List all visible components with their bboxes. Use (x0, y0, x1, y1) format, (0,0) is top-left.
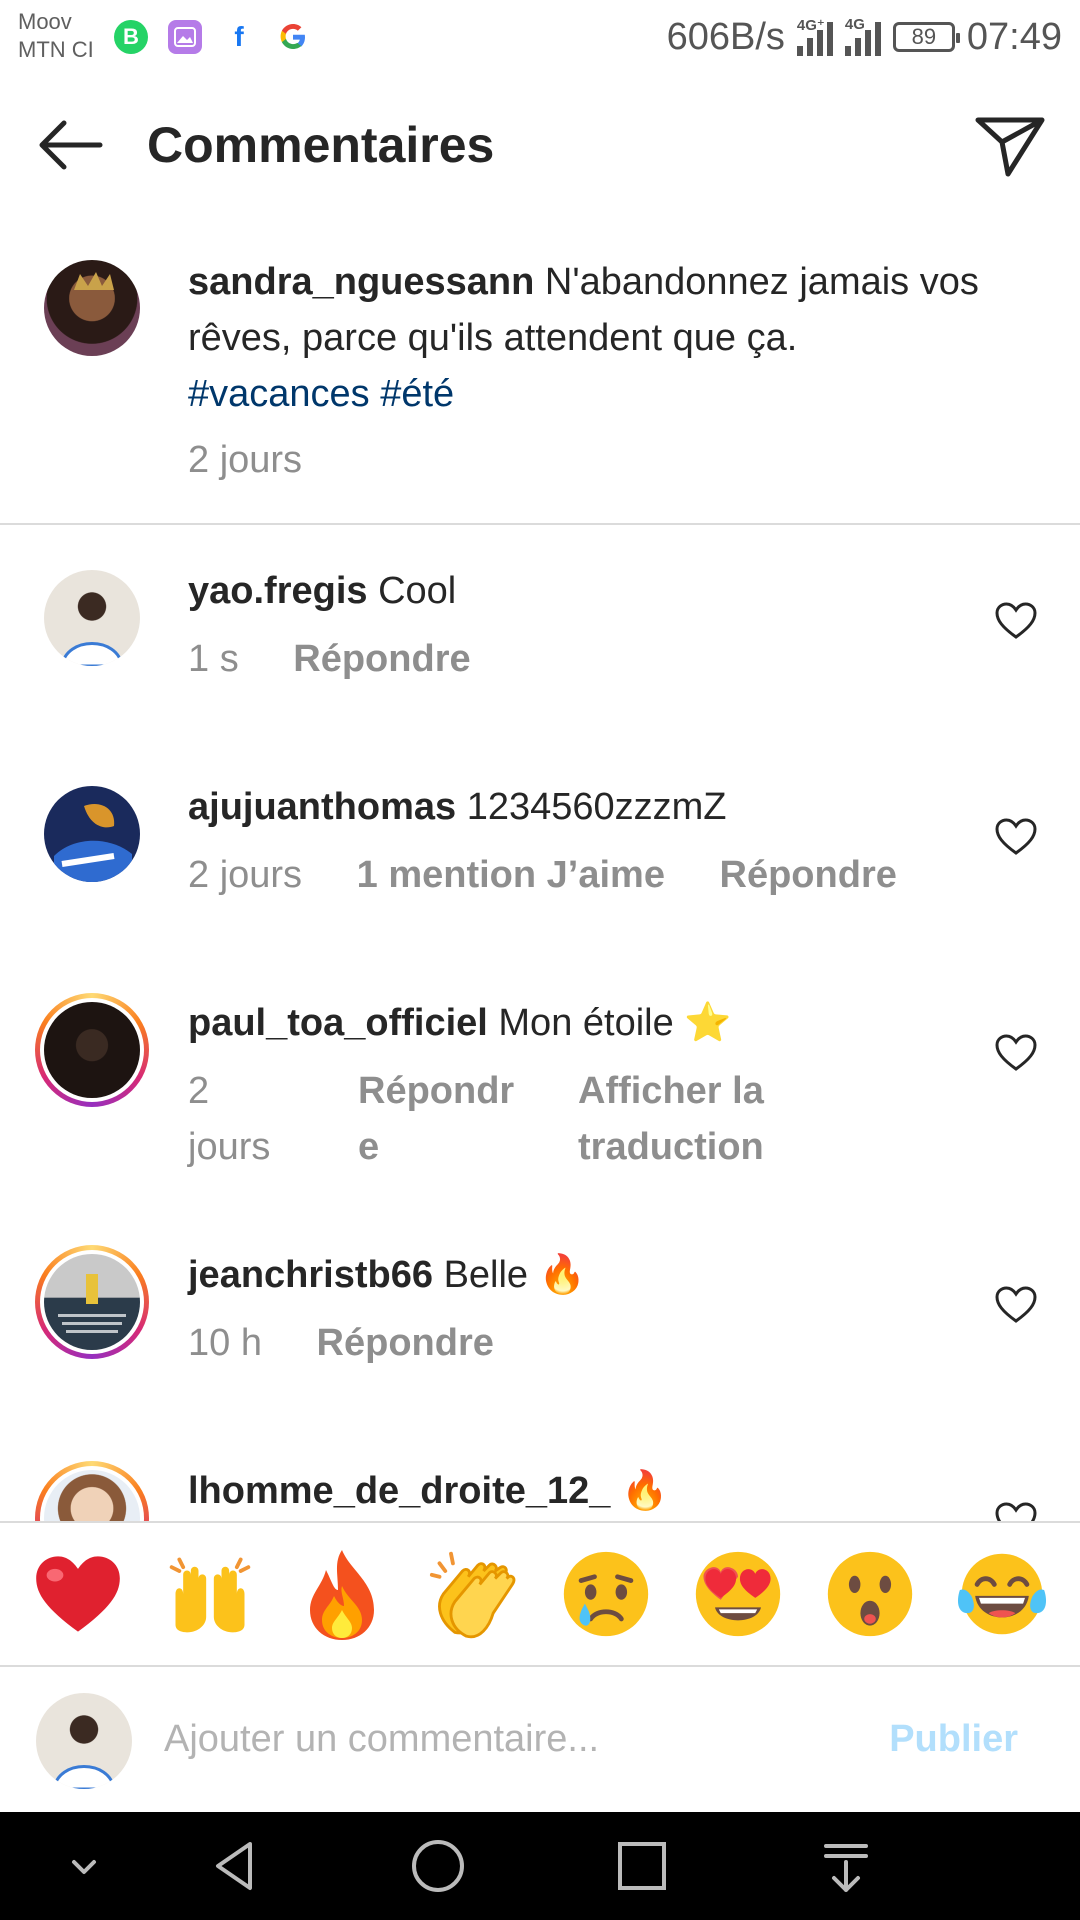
comments-list[interactable]: yao.fregis Cool 1 s Répondre ajujuanthom… (0, 525, 1080, 1521)
clock: 07:49 (966, 15, 1062, 58)
carrier-line-2: MTN CI (18, 37, 94, 62)
caption-meta: 2 jours (188, 432, 302, 488)
post-caption: sandra_nguessann N'abandonnez jamais vos… (0, 240, 1080, 525)
emoji-clapping-hands-button[interactable] (424, 1544, 524, 1644)
recents-square-icon[interactable] (612, 1836, 672, 1896)
comment-body: Mon étoile ⭐ (498, 1002, 732, 1044)
comment-body: 1234560zzzmZ (466, 786, 727, 828)
avatar (44, 1254, 140, 1350)
header: Commentaires (0, 90, 1080, 200)
story-ring[interactable] (35, 1461, 149, 1521)
comment-username[interactable]: jeanchristb66 (188, 1254, 433, 1296)
status-bar: Moov MTN CI B f 606B/s 4G⁺ 4G 89 07:49 (0, 0, 1080, 76)
gallery-icon (168, 20, 202, 54)
signal-icon-sim2: 4G (844, 16, 881, 56)
emoji-surprised-face-button[interactable] (820, 1544, 920, 1644)
emoji-quick-bar (0, 1521, 1080, 1667)
facebook-icon: f (234, 21, 244, 52)
comment-meta: 2 jours 1 mention J’aime Répondre (188, 847, 897, 903)
comment-body: Cool (378, 570, 457, 612)
home-circle-icon[interactable] (408, 1836, 468, 1896)
signal-icon-sim1: 4G⁺ (796, 17, 833, 56)
system-nav-bar (0, 1812, 1080, 1920)
comment-input[interactable] (164, 1707, 844, 1771)
comment-username[interactable]: lhomme_de_droite_12_ (188, 1470, 610, 1512)
caption-hashtags[interactable]: #vacances #été (188, 373, 454, 415)
comment-time: 2 jours (188, 1070, 271, 1168)
heart-icon[interactable] (994, 817, 1038, 857)
comment-text: jeanchristb66 Belle 🔥 (188, 1247, 586, 1303)
arrow-left-icon[interactable] (30, 115, 110, 175)
page-title: Commentaires (147, 117, 495, 173)
comment-body: Belle 🔥 (443, 1254, 586, 1296)
current-user-avatar (36, 1693, 132, 1789)
comment-composer: Publier (0, 1667, 1080, 1812)
carrier-line-1: Moov (18, 9, 72, 34)
send-icon[interactable] (970, 112, 1050, 182)
story-ring[interactable] (35, 1245, 149, 1359)
reply-button[interactable]: Répondre (720, 854, 897, 896)
avatar[interactable] (44, 260, 140, 356)
comment-time: 10 h (188, 1322, 262, 1364)
signal-tag-2: 4G (844, 16, 865, 33)
heart-icon[interactable] (994, 601, 1038, 641)
network-speed: 606B/s (666, 15, 785, 58)
google-icon (276, 20, 310, 54)
back-triangle-icon[interactable] (206, 1836, 266, 1896)
caption-time: 2 jours (188, 439, 303, 481)
whatsapp-business-icon: B (114, 20, 148, 54)
comment-username[interactable]: ajujuanthomas (188, 786, 456, 828)
emoji-fire-button[interactable] (292, 1544, 392, 1644)
caption-username[interactable]: sandra_nguessann (188, 261, 534, 303)
comment-meta: 10 h Répondre (188, 1315, 494, 1371)
battery-icon: 89 (892, 22, 960, 52)
battery-level: 89 (911, 24, 937, 49)
emoji-heart-eyes-button[interactable] (688, 1544, 788, 1644)
notification-shade-icon[interactable] (816, 1836, 876, 1896)
comment-time: 2 jours (188, 854, 303, 896)
caption-text: sandra_nguessann N'abandonnez jamais vos… (188, 254, 1008, 422)
avatar[interactable] (44, 570, 140, 666)
signal-tag-1: 4G⁺ (796, 17, 825, 34)
chevron-down-icon[interactable] (54, 1836, 114, 1896)
avatar[interactable] (44, 786, 140, 882)
reply-button[interactable]: Répondre (358, 1063, 538, 1175)
emoji-crying-face-button[interactable] (556, 1544, 656, 1644)
likes-count-button[interactable]: 1 mention J’aime (357, 854, 665, 896)
comment-username[interactable]: paul_toa_officiel (188, 1002, 488, 1044)
comment-username[interactable]: yao.fregis (188, 570, 368, 612)
carrier-label: Moov MTN CI (18, 8, 94, 64)
publish-button[interactable]: Publier (889, 1707, 1018, 1771)
comment-time: 1 s (188, 638, 239, 680)
emoji-tears-of-joy-button[interactable] (952, 1544, 1052, 1644)
comment-text: yao.fregis Cool (188, 563, 456, 619)
story-ring[interactable] (35, 993, 149, 1107)
comment-text: paul_toa_officiel Mon étoile ⭐ (188, 995, 732, 1051)
comment-text: lhomme_de_droite_12_ 🔥 (188, 1463, 668, 1519)
comment-text: ajujuanthomas 1234560zzzmZ (188, 779, 727, 835)
avatar (44, 1470, 140, 1521)
status-right: 606B/s 4G⁺ 4G 89 07:49 (667, 12, 1062, 62)
comment-meta: 1 s Répondre (188, 631, 471, 687)
heart-icon[interactable] (994, 1285, 1038, 1325)
translate-button[interactable]: Afficher la traduction (578, 1063, 878, 1175)
avatar (44, 1002, 140, 1098)
comment-body: 🔥 (620, 1470, 669, 1512)
emoji-raising-hands-button[interactable] (160, 1544, 260, 1644)
heart-icon[interactable] (994, 1033, 1038, 1073)
emoji-red-heart-button[interactable] (28, 1544, 128, 1644)
heart-icon[interactable] (994, 1501, 1038, 1521)
reply-button[interactable]: Répondre (317, 1322, 494, 1364)
reply-button[interactable]: Répondre (293, 638, 470, 680)
